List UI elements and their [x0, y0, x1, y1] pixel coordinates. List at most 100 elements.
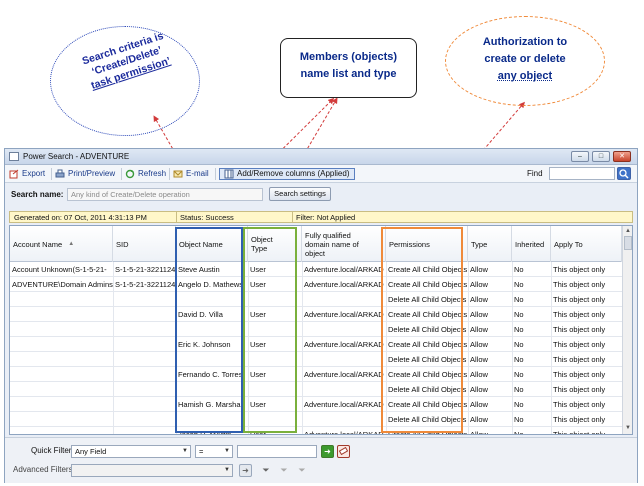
cell-fqdn: Adventure.local/ARKAD 7: [304, 265, 386, 274]
toolbar-separator: [169, 168, 170, 180]
quick-filter-label: Quick Filter:: [31, 446, 74, 455]
export-button[interactable]: Export: [9, 168, 45, 180]
email-icon: [173, 170, 183, 178]
table-row[interactable]: Eric K. Johnson User Adventure.local/ARKAD…: [10, 337, 622, 352]
apply-filter-button[interactable]: ➜: [321, 445, 334, 458]
cell-ptype: Allow: [470, 415, 488, 424]
permissions-highlight: [381, 227, 463, 433]
filter-icon[interactable]: ⏷: [259, 464, 273, 477]
cell-ptype: Allow: [470, 355, 488, 364]
email-button[interactable]: E-mail: [173, 168, 209, 180]
close-button[interactable]: ✕: [613, 151, 631, 162]
scroll-thumb[interactable]: [624, 236, 632, 250]
cell-ptype: Allow: [470, 340, 488, 349]
column-header-account[interactable]: Account Name ▲: [10, 226, 113, 262]
maximize-button[interactable]: □: [592, 151, 610, 162]
table-row[interactable]: ADVENTURE\Domain Admins S-1-5-21-32211249…: [10, 277, 622, 292]
add-remove-columns-button[interactable]: Add/Remove columns (Applied): [219, 168, 355, 180]
cell-apply: This object only: [553, 340, 606, 349]
table-row[interactable]: Delete All Child Objects Allow No This obje…: [10, 412, 622, 427]
sort-ascending-icon[interactable]: ▲: [68, 240, 74, 249]
cell-account: Account Unknown(S-1-5-21-: [12, 265, 107, 274]
cell-apply: This object only: [553, 430, 606, 435]
cell-sid: S-1-5-21-32211249: [115, 280, 176, 289]
quick-filter-field-value: Any Field: [75, 447, 107, 456]
table-row[interactable]: Delete All Child Objects Allow No This obje…: [10, 382, 622, 397]
cell-ptype: Allow: [470, 400, 488, 409]
minimize-button[interactable]: –: [571, 151, 589, 162]
cell-ptype: Allow: [470, 370, 488, 379]
vertical-scrollbar[interactable]: ▲ ▼: [622, 226, 632, 434]
cell-inherited: No: [514, 400, 524, 409]
export-icon: [9, 169, 19, 179]
authorization-callout-text: Authorization to create or delete any ob…: [482, 36, 568, 82]
search-settings-button[interactable]: Search settings: [269, 187, 331, 201]
cell-fqdn: Adventure.local/ARKAD 7: [304, 340, 386, 349]
table-row[interactable]: Delete All Child Objects Allow No This obje…: [10, 352, 622, 367]
object-type-highlight: [243, 227, 297, 433]
cell-inherited: No: [514, 295, 524, 304]
filter-add-icon[interactable]: ⏷: [277, 464, 291, 477]
column-header-fqdn[interactable]: Fully qualified domain name of object: [302, 226, 386, 262]
apply-advanced-filter-button[interactable]: ➜: [239, 464, 252, 477]
table-row[interactable]: David D. Villa User Adventure.local/ARKAD …: [10, 307, 622, 322]
toolbar-separator: [51, 168, 52, 180]
cell-fqdn: Adventure.local/ARKAD 7: [304, 400, 386, 409]
arrow-right-icon: ➜: [324, 447, 331, 456]
find-label: Find: [527, 169, 543, 178]
cell-account: ADVENTURE\Domain Admins: [12, 280, 113, 289]
cell-fqdn: Adventure.local/ARKAD 7: [304, 310, 386, 319]
cell-apply: This object only: [553, 400, 606, 409]
cell-apply: This object only: [553, 295, 606, 304]
column-header-label: Fully qualified domain name of object: [305, 230, 359, 258]
refresh-button[interactable]: Refresh: [125, 168, 166, 180]
toolbar: Export Print/Preview Refresh E-mail Add/…: [5, 165, 637, 183]
cell-ptype: Allow: [470, 325, 488, 334]
column-header-apply[interactable]: Apply To: [551, 226, 622, 262]
search-name-label: Search name:: [11, 190, 64, 199]
quick-filter-operator-select[interactable]: = ▼: [195, 445, 233, 458]
cell-apply: This object only: [553, 265, 606, 274]
scroll-up-icon[interactable]: ▲: [624, 227, 632, 235]
toolbar-separator: [215, 168, 216, 180]
table-row[interactable]: Account Unknown(S-1-5-21- S-1-5-21-322112…: [10, 262, 622, 277]
column-header-sid[interactable]: SID: [113, 226, 176, 262]
cell-ptype: Allow: [470, 265, 488, 274]
scroll-down-icon[interactable]: ▼: [624, 424, 632, 432]
search-name-input[interactable]: Any kind of Create/Delete operation: [67, 188, 263, 201]
column-header-ptype[interactable]: Type: [468, 226, 512, 262]
toolbar-separator: [121, 168, 122, 180]
grid-header: Account Name ▲ SID Object Name Object Type Fu…: [10, 226, 622, 262]
table-row[interactable]: Hamish G. Marshall User Adventure.local/AR…: [10, 397, 622, 412]
table-row[interactable]: Jacob D. MArtin User Adventure.local/ARKAD…: [10, 427, 622, 435]
cell-sid: S-1-5-21-32211249: [115, 265, 176, 274]
cell-fqdn: Adventure.local/ARKAD 7: [304, 430, 386, 435]
find-input[interactable]: [549, 167, 615, 180]
cell-ptype: Allow: [470, 310, 488, 319]
quick-filter-operator-value: =: [199, 447, 204, 456]
print-preview-button[interactable]: Print/Preview: [55, 168, 115, 180]
columns-icon: [224, 169, 234, 179]
cell-apply: This object only: [553, 355, 606, 364]
quick-filter-field-select[interactable]: Any Field ▼: [71, 445, 191, 458]
search-row: Search name: Any kind of Create/Delete o…: [5, 185, 637, 205]
table-row[interactable]: Delete All Child Objects Allow No This obje…: [10, 292, 622, 307]
cell-ptype: Allow: [470, 385, 488, 394]
status-bar: Generated on: 07 Oct, 2011 4:31:13 PM St…: [9, 211, 633, 223]
chevron-down-icon: ▼: [224, 448, 230, 454]
column-header-inherited[interactable]: Inherited: [512, 226, 551, 262]
filter-status: Filter: Not Applied: [296, 213, 356, 222]
clear-filter-button[interactable]: [337, 445, 350, 458]
quick-filter-value-input[interactable]: [237, 445, 317, 458]
cell-inherited: No: [514, 310, 524, 319]
cell-inherited: No: [514, 340, 524, 349]
advanced-filters-select[interactable]: ▼: [71, 464, 233, 477]
window-title: Power Search - ADVENTURE: [23, 152, 130, 161]
find-button[interactable]: [617, 167, 631, 180]
chevron-down-icon: ▼: [182, 448, 188, 454]
cell-fqdn: Adventure.local/ARKAD 7: [304, 280, 386, 289]
filter-remove-icon[interactable]: ⏷: [295, 464, 309, 477]
table-row[interactable]: Fernando C. Torres User Adventure.local/AR…: [10, 367, 622, 382]
cell-apply: This object only: [553, 310, 606, 319]
table-row[interactable]: Delete All Child Objects Allow No This obje…: [10, 322, 622, 337]
